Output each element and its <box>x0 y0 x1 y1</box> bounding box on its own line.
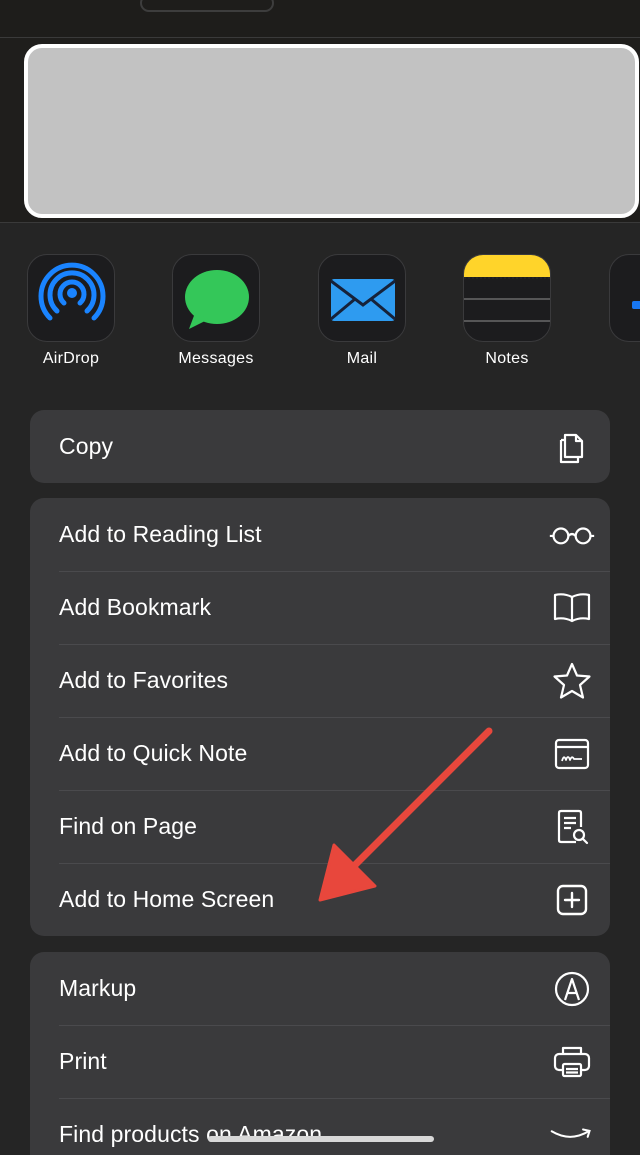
action-label: Add to Reading List <box>59 521 262 547</box>
app-messages[interactable]: Messages <box>156 254 276 368</box>
action-copy[interactable]: Copy <box>30 410 610 483</box>
action-group-more: Markup Print Find products on Amazon <box>30 952 610 1155</box>
messages-icon <box>172 254 260 342</box>
app-label: Fac <box>593 350 640 368</box>
action-add-to-quick-note[interactable]: Add to Quick Note <box>30 717 610 790</box>
action-find-products-on-amazon[interactable]: Find products on Amazon <box>30 1098 610 1155</box>
mail-icon <box>318 254 406 342</box>
star-icon <box>548 657 596 705</box>
quick-note-icon <box>548 730 596 778</box>
action-group-copy: Copy <box>30 410 610 483</box>
action-label: Markup <box>59 975 137 1001</box>
amazon-smile-icon <box>548 1111 596 1155</box>
app-facebook[interactable]: Fac <box>593 254 640 368</box>
printer-icon <box>548 1038 596 1086</box>
home-indicator[interactable] <box>208 1136 434 1142</box>
app-label: AirDrop <box>42 350 100 367</box>
action-markup[interactable]: Markup <box>30 952 610 1025</box>
action-add-to-favorites[interactable]: Add to Favorites <box>30 644 610 717</box>
app-notes[interactable]: Notes <box>447 254 567 368</box>
action-label: Copy <box>59 433 114 459</box>
app-label: Messages <box>178 350 254 367</box>
action-label: Find on Page <box>59 813 198 839</box>
app-share-row[interactable]: AirDrop Messages Mail Notes <box>0 254 640 374</box>
action-add-bookmark[interactable]: Add Bookmark <box>30 571 610 644</box>
app-label: Mail <box>346 350 378 367</box>
app-label: Notes <box>485 350 529 367</box>
app-mail[interactable]: Mail <box>302 254 422 368</box>
action-label: Add to Home Screen <box>59 886 275 912</box>
book-icon <box>548 584 596 632</box>
action-label: Find products on Amazon <box>59 1121 323 1147</box>
action-add-to-home-screen[interactable]: Add to Home Screen <box>30 863 610 936</box>
notes-icon <box>463 254 551 342</box>
action-find-on-page[interactable]: Find on Page <box>30 790 610 863</box>
action-print[interactable]: Print <box>30 1025 610 1098</box>
markup-icon <box>548 965 596 1013</box>
top-control-pill <box>140 0 274 12</box>
action-label: Add to Quick Note <box>59 740 248 766</box>
action-label: Add Bookmark <box>59 594 212 620</box>
find-doc-icon <box>548 803 596 851</box>
glasses-icon <box>548 511 596 559</box>
action-label: Add to Favorites <box>59 667 229 693</box>
action-group-page: Add to Reading List Add Bookmark Add to … <box>30 498 610 936</box>
copy-icon <box>548 423 596 471</box>
plus-square-icon <box>548 876 596 924</box>
action-add-to-reading-list[interactable]: Add to Reading List <box>30 498 610 571</box>
share-sheet-screen: AirDrop Messages Mail Notes Copy Add to … <box>0 0 640 1155</box>
facebook-icon <box>609 254 640 342</box>
share-preview-card[interactable] <box>24 44 639 218</box>
airdrop-icon <box>27 254 115 342</box>
top-strip <box>0 0 640 38</box>
app-airdrop[interactable]: AirDrop <box>11 254 131 368</box>
action-label: Print <box>59 1048 107 1074</box>
